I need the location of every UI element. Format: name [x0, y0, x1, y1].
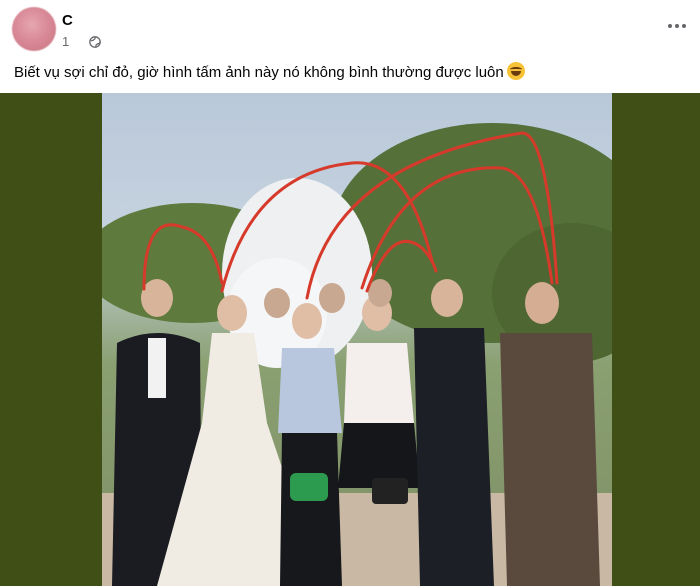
more-options-button[interactable] [662, 14, 692, 38]
person-head [141, 279, 173, 317]
post-time[interactable]: 1 [62, 34, 69, 49]
rolling-on-floor-laughing-emoji-icon [506, 62, 525, 80]
caption-text: Biết vụ sợi chỉ đỏ, giờ hình tấm ảnh này… [14, 64, 504, 81]
person-head [217, 295, 247, 331]
green-handbag [290, 473, 328, 501]
photo-illustration [102, 123, 612, 586]
group-photo[interactable] [102, 93, 612, 586]
post-caption: Biết vụ sợi chỉ đỏ, giờ hình tấm ảnh này… [14, 62, 525, 83]
brown-suit [500, 333, 600, 586]
blouse [344, 343, 414, 423]
person-head [525, 282, 559, 324]
black-suit [414, 328, 494, 586]
avatar[interactable] [12, 7, 56, 51]
person-head [431, 279, 463, 317]
post-header: C 1 [0, 0, 700, 56]
globe-icon [89, 35, 102, 48]
black-handbag [372, 478, 408, 504]
author-name[interactable]: C [62, 12, 73, 29]
post-meta: 1 [62, 34, 102, 49]
person-head [292, 303, 322, 339]
more-options-icon [668, 24, 672, 28]
post-media[interactable] [0, 93, 700, 586]
jacket [278, 348, 342, 433]
